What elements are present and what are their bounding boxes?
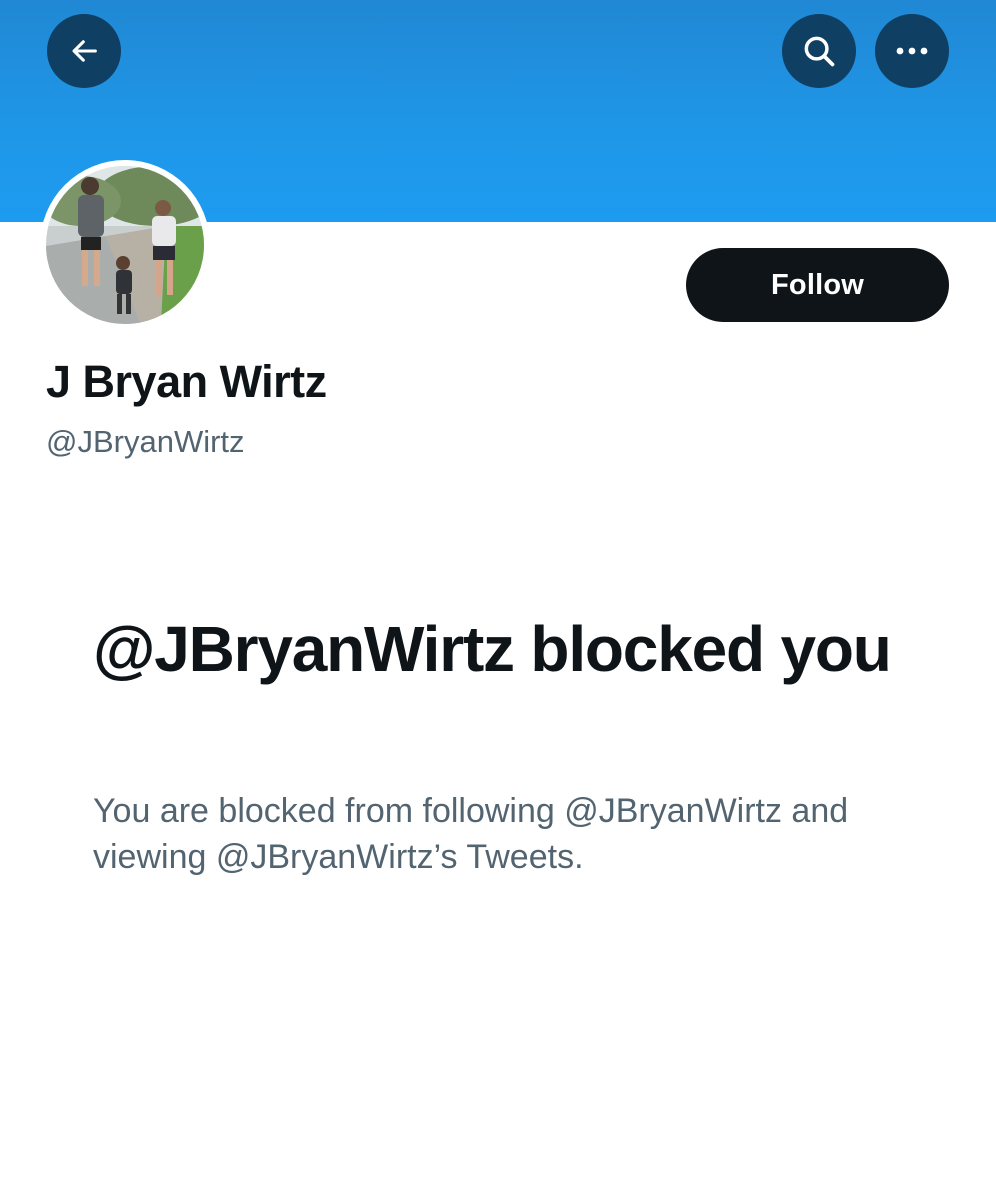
profile-handle: @JBryanWirtz <box>46 424 245 459</box>
follow-button[interactable]: Follow <box>686 248 949 322</box>
avatar-frame <box>40 160 210 330</box>
profile-display-name: J Bryan Wirtz <box>46 356 327 407</box>
more-horizontal-icon <box>894 45 930 57</box>
more-options-button[interactable] <box>875 14 949 88</box>
blocked-title: @JBryanWirtz blocked you <box>93 613 892 685</box>
search-icon <box>800 32 838 70</box>
blocked-description: You are blocked from following @JBryanWi… <box>93 792 849 876</box>
profile-photo <box>46 166 204 324</box>
search-button[interactable] <box>782 14 856 88</box>
back-button[interactable] <box>47 14 121 88</box>
avatar[interactable] <box>46 166 204 324</box>
arrow-left-icon <box>67 34 101 68</box>
